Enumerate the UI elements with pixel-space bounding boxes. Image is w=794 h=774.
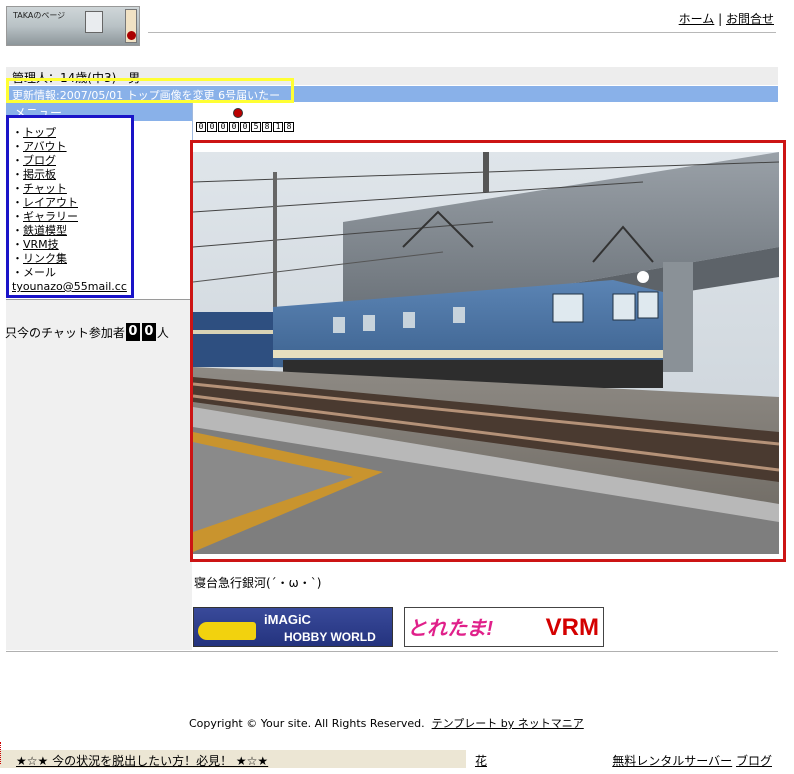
counter-digit: 1 — [273, 122, 283, 132]
header-divider — [148, 32, 776, 33]
toretama-vrm-banner[interactable]: とれたま! VRM — [404, 607, 604, 647]
imagic-banner-title: iMAGiC — [264, 612, 311, 627]
sidebar-divider — [6, 299, 192, 300]
counter-digit: 0 — [207, 122, 217, 132]
menu-item-label[interactable]: レイアウト — [23, 196, 78, 209]
menu-item: メール — [12, 266, 127, 280]
site-logo[interactable]: TAKAのページ — [6, 6, 140, 46]
logo-figure-icon — [85, 11, 103, 33]
menu-item: VRM技 — [12, 238, 127, 252]
menu-item: ブログ — [12, 154, 127, 168]
logo-dot-icon — [127, 31, 136, 40]
menu-item-label[interactable]: トップ — [23, 126, 56, 139]
menu-item-label[interactable]: 掲示板 — [23, 168, 56, 181]
menu-item-label[interactable]: ギャラリー — [23, 210, 78, 223]
template-credit-link[interactable]: テンプレート by ネットマニア — [432, 717, 584, 730]
menu-item-label[interactable]: アバウト — [23, 140, 67, 153]
chat-prefix: 只今のチャット参加者 — [5, 325, 125, 340]
menu-item-label[interactable]: リンク集 — [23, 252, 67, 265]
menu-item: ギャラリー — [12, 210, 127, 224]
menu-item: アバウト — [12, 140, 127, 154]
train-scene-svg — [193, 152, 779, 554]
counter-digit: 0 — [229, 122, 239, 132]
counter-digit: 0 — [218, 122, 228, 132]
ad-right-links: 無料レンタルサーバー ブログ — [612, 752, 772, 769]
image-caption: 寝台急行銀河(´・ω・`) — [194, 576, 322, 590]
content-divider — [6, 651, 778, 652]
news-highlight-box — [6, 78, 294, 103]
menu-item-label[interactable]: チャット — [23, 182, 67, 195]
counter-icon — [233, 108, 243, 118]
imagic-banner-subtitle: HOBBY WORLD — [284, 630, 376, 644]
top-nav: ホーム | お問合せ — [679, 10, 774, 27]
imagic-hobby-banner[interactable]: iMAGiC HOBBY WORLD — [193, 607, 393, 647]
menu-item-label[interactable]: VRM技 — [23, 238, 59, 251]
nav-contact-link[interactable]: お問合せ — [726, 12, 774, 26]
menu-item: トップ — [12, 126, 127, 140]
menu-email-item: tyounazo@55mail.cc — [12, 280, 127, 294]
menu-item: 鉄道模型 — [12, 224, 127, 238]
chat-suffix: 人 — [156, 325, 169, 340]
menu-item: レイアウト — [12, 196, 127, 210]
nav-home-link[interactable]: ホーム — [679, 12, 715, 26]
chat-participants: 只今のチャット参加者 0 0 人 — [5, 323, 169, 341]
menu-item: リンク集 — [12, 252, 127, 266]
menu-list: トップアバウトブログ掲示板チャットレイアウトギャラリー鉄道模型VRM技リンク集メ… — [12, 126, 127, 294]
counter-digit: 5 — [251, 122, 261, 132]
nav-separator: | — [714, 12, 726, 26]
toretama-banner-text: とれたま! — [407, 618, 494, 640]
copyright: Copyright © Your site. All Rights Reserv… — [189, 715, 584, 731]
counter-digit: 0 — [196, 122, 206, 132]
counter-digit: 8 — [262, 122, 272, 132]
menu-item-label[interactable]: 鉄道模型 — [23, 224, 67, 237]
access-counter: 000005818 — [196, 122, 295, 132]
yellow-train-icon — [198, 622, 256, 640]
ad-link[interactable]: ★☆★ 今の状況を脱出したい方！必見！ ★☆★ — [16, 752, 268, 769]
chat-digit: 0 — [125, 323, 140, 341]
copyright-text: Copyright © Your site. All Rights Reserv… — [189, 717, 425, 730]
chat-digit: 0 — [141, 323, 156, 341]
ad-marker — [0, 742, 3, 764]
menu-item: チャット — [12, 182, 127, 196]
counter-digit: 0 — [240, 122, 250, 132]
sidebar-background — [6, 300, 192, 650]
menu-item-label[interactable]: ブログ — [23, 154, 56, 167]
logo-text: TAKAのページ — [13, 11, 66, 20]
counter-digit: 8 — [284, 122, 294, 132]
menu-item: 掲示板 — [12, 168, 127, 182]
ad-blog-link[interactable]: ブログ — [736, 754, 772, 768]
ad-flower-link[interactable]: 花 — [475, 752, 487, 769]
email-link[interactable]: tyounazo@55mail.cc — [12, 280, 127, 293]
vrm-banner-text: VRM — [545, 614, 599, 641]
menu-item-label: メール — [23, 266, 56, 279]
ad-server-link[interactable]: 無料レンタルサーバー — [612, 754, 732, 768]
main-train-image — [193, 152, 779, 554]
